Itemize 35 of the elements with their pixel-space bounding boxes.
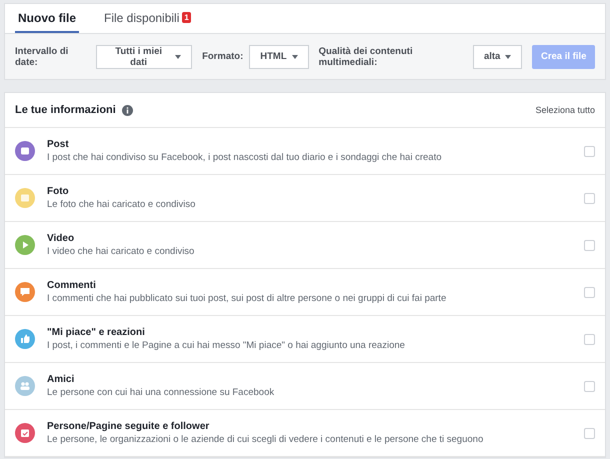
- category-description: Le persone con cui hai una connessione su Facebook: [47, 387, 276, 398]
- category-description: Le foto che hai caricato e condiviso: [47, 199, 196, 210]
- tab[interactable]: File disponibili 1: [101, 4, 194, 33]
- checkbox[interactable]: [584, 192, 595, 204]
- dropdown[interactable]: Tutti i miei dati: [96, 44, 192, 68]
- dropdown[interactable]: alta: [472, 44, 522, 68]
- checkbox[interactable]: [584, 286, 595, 298]
- checkbox[interactable]: [584, 146, 595, 156]
- category-description: I post, i commenti e le Pagine a cui hai messo "Mi piace" o hai aggiunto una reazione: [47, 340, 406, 351]
- checkbox[interactable]: [584, 334, 595, 344]
- info-icon[interactable]: [122, 104, 133, 116]
- count-badge: 1: [182, 12, 191, 23]
- category-title: Commenti: [47, 280, 97, 291]
- select-all-link[interactable]: Seleziona tutto: [535, 105, 595, 115]
- filter-label: Qualità dei contenuti multimediali:: [318, 46, 414, 68]
- caret-icon: [505, 54, 512, 58]
- checkbox[interactable]: [584, 428, 595, 438]
- dropdown[interactable]: HTML: [249, 44, 309, 68]
- checkbox[interactable]: [584, 380, 595, 392]
- category-description: I post che hai condiviso su Facebook, i post nascosti dal tuo diario e i sondaggi che hai creato: [47, 152, 442, 163]
- category-title: Video: [47, 233, 76, 244]
- category-description: Le persone, le organizzazioni o le aziende di cui scegli di vedere i contenuti e le persone che ti seguono: [47, 434, 484, 445]
- section-title: Le tue informazioni: [15, 104, 116, 116]
- caret-icon: [292, 54, 298, 58]
- category-description: I video che hai caricato e condiviso: [47, 246, 196, 257]
- category-title: Persone/Pagine seguite e follower: [47, 421, 210, 432]
- category-title: Foto: [47, 186, 70, 197]
- category-title: "Mi piace" e reazioni: [47, 327, 146, 338]
- category-title: Amici: [47, 374, 76, 385]
- filter-label: Formato:: [202, 51, 244, 62]
- caret-icon: [175, 54, 182, 58]
- checkbox[interactable]: [584, 240, 595, 250]
- filter-label: Intervallo di date:: [15, 46, 70, 68]
- category-title: Post: [47, 139, 70, 150]
- category-description: I commenti che hai pubblicato sui tuoi post, sui post di altre persone o nei gruppi di cui fai parte: [47, 293, 448, 304]
